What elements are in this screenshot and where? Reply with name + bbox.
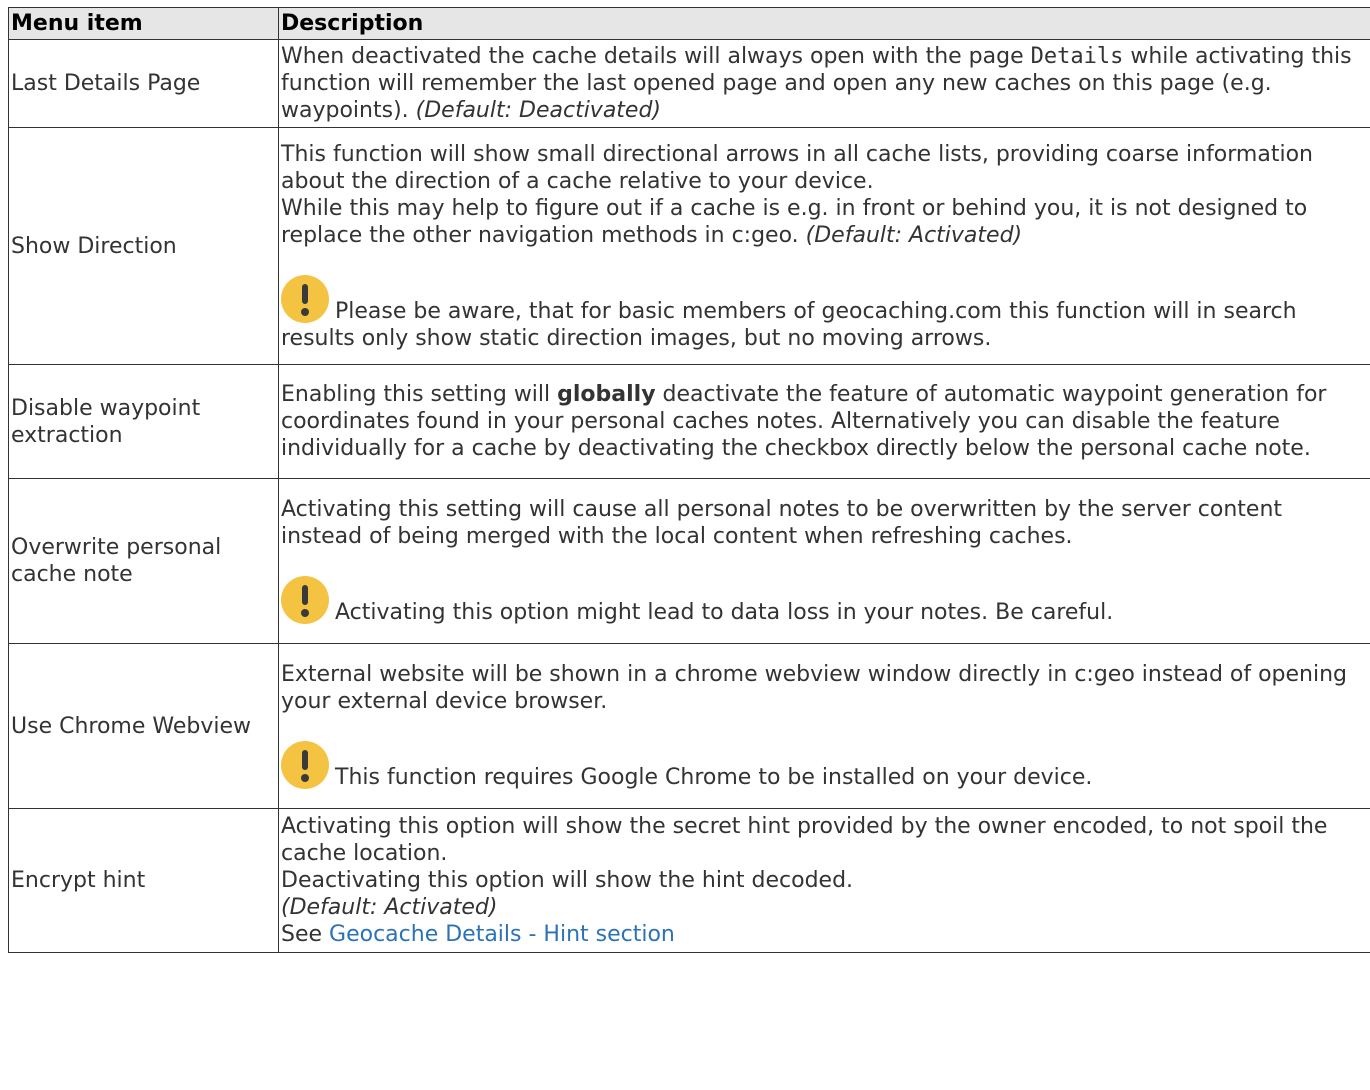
description-cell: This function will show small directiona… — [278, 127, 1370, 365]
menu-item-cell: Show Direction — [8, 127, 279, 365]
description-text: While this may help to figure out if a c… — [281, 195, 1308, 248]
description-line: Deactivating this option will show the h… — [281, 868, 854, 893]
menu-item-cell: Encrypt hint — [8, 808, 279, 953]
description-paragraph: External website will be shown in a chro… — [281, 662, 1348, 714]
table-row: Encrypt hint Activating this option will… — [8, 808, 1370, 953]
description-text: When deactivated the cache details will … — [281, 44, 1031, 69]
description-paragraph: This function will show small directiona… — [281, 141, 1313, 194]
menu-item-cell: Last Details Page — [8, 39, 279, 128]
default-text: (Default: Deactivated) — [415, 98, 662, 123]
description-paragraph: Activating this setting will cause all p… — [281, 497, 1283, 549]
see-prefix: See — [281, 922, 330, 947]
table-row: Overwrite personal cache note Activating… — [8, 478, 1370, 644]
warning-text: Please be aware, that for basic members … — [281, 298, 1297, 351]
exclamation-warning-icon — [281, 576, 329, 624]
default-text: (Default: Activated) — [281, 895, 498, 920]
header-description: Description — [278, 7, 1370, 40]
exclamation-warning-icon — [281, 741, 329, 789]
emphasis-text: globally — [557, 382, 656, 407]
warning-note: This function requires Google Chrome to … — [281, 741, 1368, 791]
warning-text: This function requires Google Chrome to … — [335, 765, 1093, 790]
settings-table: Menu item Description Last Details Page … — [8, 7, 1370, 953]
description-cell: External website will be shown in a chro… — [278, 643, 1370, 809]
table-row: Last Details Page When deactivated the c… — [8, 39, 1370, 128]
table-row: Show Direction This function will show s… — [8, 127, 1370, 365]
description-cell: Enabling this setting will globally deac… — [278, 364, 1370, 479]
description-cell: Activating this option will show the sec… — [278, 808, 1370, 953]
description-paragraph: While this may help to figure out if a c… — [281, 195, 1368, 249]
table-header-row: Menu item Description — [8, 7, 1370, 40]
description-line: Activating this option will show the sec… — [281, 814, 1328, 866]
default-text: (Default: Activated) — [805, 222, 1023, 248]
hint-section-link[interactable]: Geocache Details - Hint section — [329, 922, 675, 947]
menu-item-cell: Use Chrome Webview — [8, 643, 279, 809]
exclamation-warning-icon — [281, 274, 329, 323]
see-also-line: See Geocache Details - Hint section — [281, 921, 1368, 948]
menu-item-cell: Overwrite personal cache note — [8, 478, 279, 644]
header-menu-item: Menu item — [8, 7, 279, 40]
table-row: Use Chrome Webview External website will… — [8, 643, 1370, 809]
warning-note: Activating this option might lead to dat… — [281, 576, 1368, 626]
warning-note: Please be aware, that for basic members … — [281, 274, 1368, 352]
description-cell: When deactivated the cache details will … — [278, 39, 1370, 128]
description-cell: Activating this setting will cause all p… — [278, 478, 1370, 644]
code-text: Details — [1030, 44, 1124, 69]
table-row: Disable waypoint extraction Enabling thi… — [8, 364, 1370, 479]
warning-text: Activating this option might lead to dat… — [335, 600, 1114, 625]
description-text: Enabling this setting will — [281, 382, 558, 407]
menu-item-cell: Disable waypoint extraction — [8, 364, 279, 479]
